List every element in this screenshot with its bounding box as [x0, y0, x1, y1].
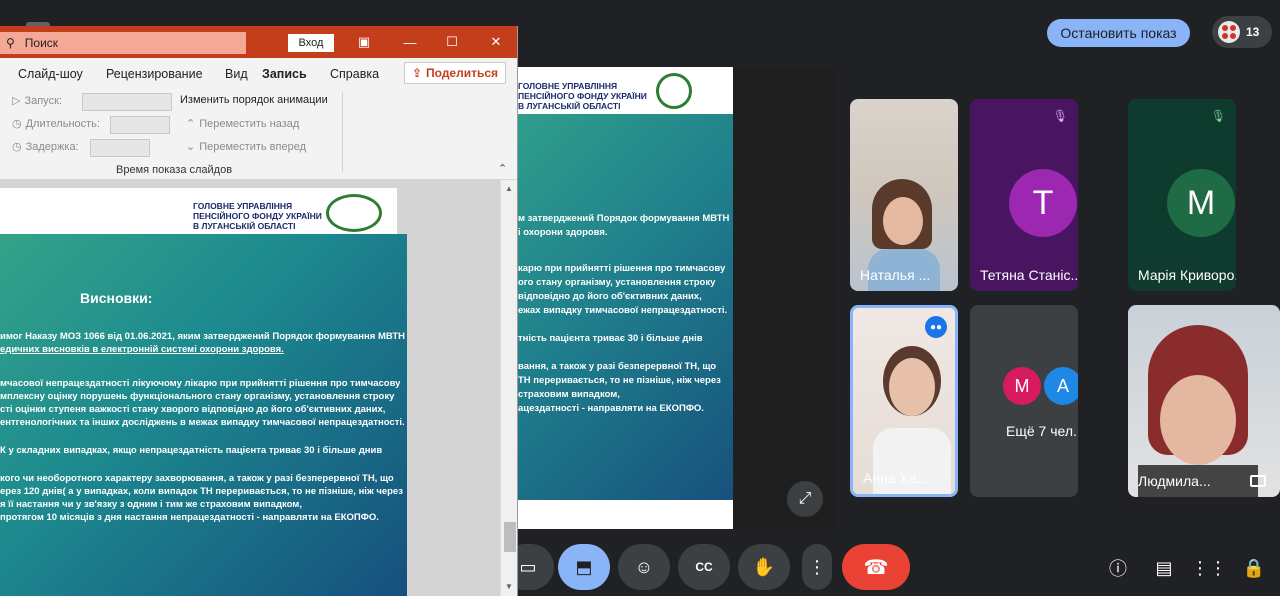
ribbon-tabs: Слайд-шоу Рецензирование Вид Запись Спра…	[0, 58, 517, 88]
host-controls-icon[interactable]: 🔒	[1242, 556, 1266, 580]
move-forward-button[interactable]: ⌄ Переместить вперед	[186, 140, 306, 154]
chevron-up-icon: ⌃	[186, 118, 196, 130]
start-label: ▷ Запуск:	[12, 94, 62, 108]
duration-input[interactable]	[110, 116, 170, 134]
ribbon-separator	[342, 92, 343, 172]
participant-avatar: Т	[1009, 169, 1077, 237]
more-options-icon[interactable]: ⋮	[802, 544, 832, 590]
reorder-label: Изменить порядок анимации	[180, 94, 328, 106]
participant-name: Марія Криворо...	[1138, 267, 1236, 283]
tab-review[interactable]: Рецензирование	[106, 67, 203, 81]
participant-tile-active[interactable]: ●● Анна Ха...	[850, 305, 958, 497]
play-icon: ▷	[12, 95, 21, 107]
search-placeholder: Поиск	[24, 36, 59, 50]
captions-icon[interactable]: CC	[678, 544, 730, 590]
participant-video	[853, 308, 955, 494]
participant-tile[interactable]: Наталья ...	[850, 99, 958, 291]
participant-video	[1128, 305, 1280, 497]
participant-name: Людмила...	[1138, 473, 1211, 489]
scroll-up-icon: ▲	[505, 184, 513, 193]
expand-icon[interactable]: ⤢	[787, 481, 823, 517]
pip-icon[interactable]	[1250, 475, 1266, 487]
participant-tile[interactable]: Людмила...	[1128, 305, 1280, 497]
delay-input[interactable]	[90, 139, 150, 157]
tab-record[interactable]: Запись	[262, 67, 307, 81]
minimize-icon[interactable]: —	[398, 32, 422, 52]
clock-icon: ◷	[12, 141, 22, 153]
participant-name: Анна Ха...	[863, 470, 929, 486]
collapse-ribbon-icon[interactable]: ⌃	[498, 162, 507, 175]
start-select[interactable]	[82, 93, 172, 111]
people-icon	[1218, 21, 1240, 43]
tab-slideshow[interactable]: Слайд-шоу	[18, 67, 83, 81]
participant-tile[interactable]: 🎙 Т Тетяна Станіс...	[970, 99, 1078, 291]
ribbon: ▷ Запуск: ◷ Длительность: ◷ Задержка: Измен…	[0, 88, 517, 180]
duration-label: ◷ Длительность:	[12, 117, 100, 131]
info-icon[interactable]: ⓘ	[1106, 556, 1130, 580]
slide-title: Висновки:	[80, 290, 153, 306]
title-bar: ⚲ Поиск Вход ▣ — ☐ ✕	[0, 26, 517, 58]
more-people-label: Ещё 7 чел.	[1006, 423, 1077, 439]
participant-video	[850, 99, 958, 291]
tab-help[interactable]: Справка	[330, 67, 379, 81]
tab-view[interactable]: Вид	[225, 67, 248, 81]
logo-icon	[656, 73, 692, 109]
presented-slide: ГОЛОВНЕ УПРАВЛІННЯ ПЕНСІЙНОГО ФОНДУ УКРА…	[518, 67, 733, 529]
emoji-icon[interactable]: ☺	[618, 544, 670, 590]
search-box[interactable]: ⚲ Поиск	[0, 32, 246, 54]
powerpoint-window: ⚲ Поиск Вход ▣ — ☐ ✕ Слайд-шоу Рецензиро…	[0, 26, 518, 596]
login-button[interactable]: Вход	[288, 34, 334, 52]
ribbon-display-icon[interactable]: ▣	[352, 32, 376, 52]
participants-count: 13	[1246, 25, 1260, 39]
slide-header: ГОЛОВНЕ УПРАВЛІННЯ ПЕНСІЙНОГО ФОНДУ УКРА…	[0, 188, 397, 234]
participant-avatar: М	[1003, 367, 1041, 405]
stop-presenting-button[interactable]: Остановить показ	[1047, 19, 1190, 47]
chat-icon[interactable]: ▤	[1152, 556, 1176, 580]
participants-badge[interactable]: 13	[1212, 16, 1272, 48]
delay-label: ◷ Задержка:	[12, 140, 79, 154]
move-back-button[interactable]: ⌃ Переместить назад	[186, 117, 299, 131]
vertical-scrollbar[interactable]: ▲ ▼	[500, 180, 517, 596]
more-participants-tile[interactable]: М А Ещё 7 чел.	[970, 305, 1078, 497]
group-label: Время показа слайдов	[116, 164, 233, 176]
scroll-down-icon: ▼	[505, 582, 513, 591]
search-icon: ⚲	[6, 36, 15, 50]
mic-off-icon: 🎙	[1210, 109, 1226, 123]
participant-avatar: М	[1167, 169, 1235, 237]
participant-tile[interactable]: 🎙 М Марія Криворо...	[1128, 99, 1236, 291]
org-name: ГОЛОВНЕ УПРАВЛІННЯ ПЕНСІЙНОГО ФОНДУ УКРА…	[193, 201, 322, 231]
clock-icon: ◷	[12, 118, 22, 130]
participant-name: Наталья ...	[860, 267, 931, 283]
mic-off-icon: 🎙	[1052, 109, 1068, 123]
share-icon: ⇪	[411, 66, 423, 80]
raise-hand-icon[interactable]: ✋	[738, 544, 790, 590]
participant-name: Тетяна Станіс...	[980, 267, 1078, 283]
scroll-thumb[interactable]	[504, 522, 516, 552]
slide-body: Висновки: имог Наказу МОЗ 1066 від 01.06…	[0, 234, 407, 596]
logo-icon	[326, 194, 382, 232]
maximize-icon[interactable]: ☐	[440, 32, 464, 52]
slide-canvas: ГОЛОВНЕ УПРАВЛІННЯ ПЕНСІЙНОГО ФОНДУ УКРА…	[0, 180, 500, 596]
hang-up-button[interactable]: ☎	[842, 544, 910, 590]
share-button[interactable]: ⇪ Поделиться	[404, 62, 506, 84]
participant-avatar: А	[1044, 367, 1078, 405]
apps-icon[interactable]: ⋮⋮	[1191, 556, 1227, 580]
present-screen-button[interactable]: ⬒	[558, 544, 610, 590]
chevron-down-icon: ⌄	[186, 141, 196, 153]
org-name: ГОЛОВНЕ УПРАВЛІННЯ ПЕНСІЙНОГО ФОНДУ УКРА…	[518, 81, 647, 111]
close-icon[interactable]: ✕	[484, 32, 508, 52]
